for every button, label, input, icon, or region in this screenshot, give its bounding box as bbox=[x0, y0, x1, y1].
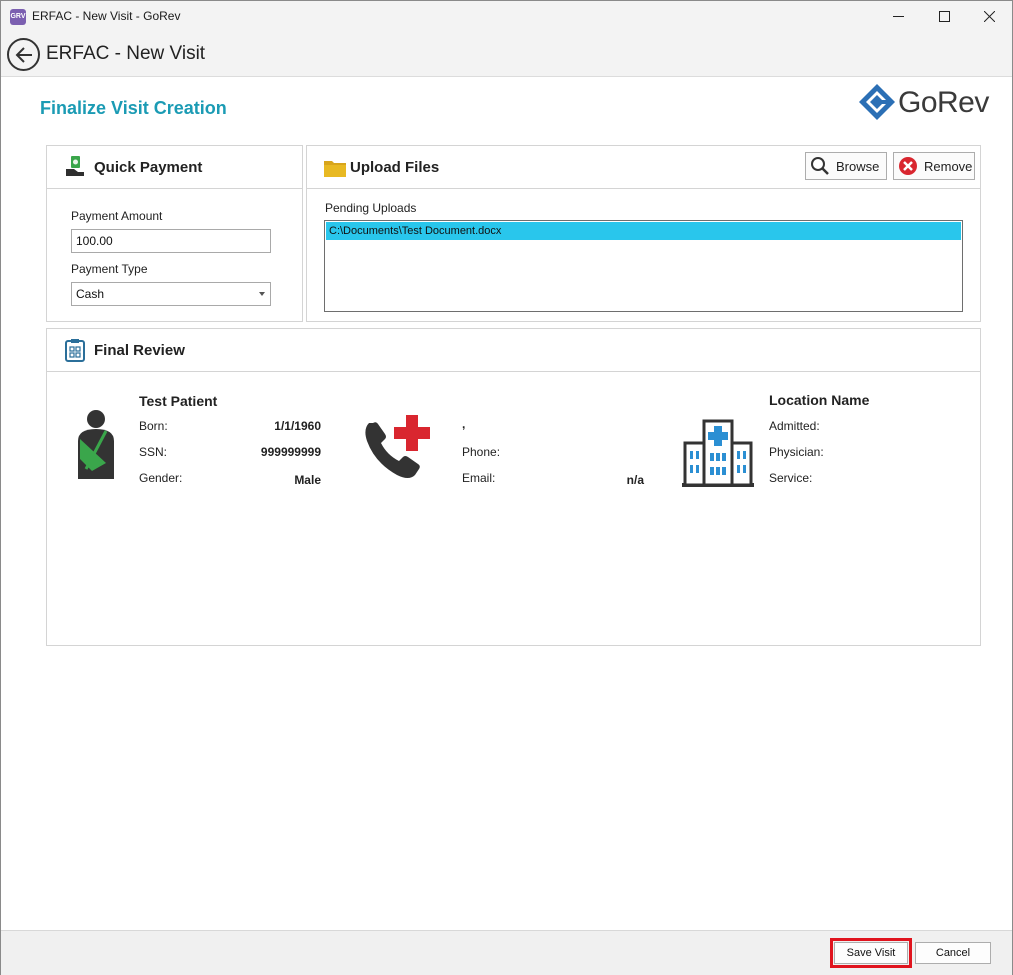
folder-icon bbox=[324, 161, 346, 177]
born-value: 1/1/1960 bbox=[274, 419, 321, 433]
maximize-button[interactable] bbox=[921, 1, 967, 32]
physician-label: Physician: bbox=[769, 445, 824, 459]
cancel-button[interactable]: Cancel bbox=[915, 942, 991, 964]
email-value: n/a bbox=[626, 473, 644, 487]
close-button[interactable] bbox=[966, 1, 1012, 32]
remove-button[interactable]: Remove bbox=[893, 152, 975, 180]
back-button[interactable] bbox=[7, 38, 40, 71]
remove-x-icon bbox=[898, 156, 918, 176]
quick-payment-header: Quick Payment bbox=[47, 146, 302, 189]
final-review-title: Final Review bbox=[94, 342, 185, 359]
maximize-icon bbox=[938, 11, 950, 22]
phone-label: Phone: bbox=[462, 445, 501, 459]
gorev-logo-mark-icon bbox=[859, 84, 895, 120]
upload-files-header: Upload Files Browse Remove bbox=[307, 146, 980, 189]
payment-amount-input[interactable]: 100.00 bbox=[71, 229, 271, 253]
location-name: Location Name bbox=[769, 392, 870, 408]
chevron-down-icon bbox=[259, 292, 265, 296]
header-bar: ERFAC - New Visit bbox=[1, 32, 1012, 77]
remove-label: Remove bbox=[924, 158, 973, 174]
pending-uploads-list[interactable]: C:\Documents\Test Document.docx bbox=[324, 220, 963, 312]
payment-type-select[interactable]: Cash bbox=[71, 282, 271, 306]
hospital-building-icon bbox=[682, 419, 754, 487]
cash-hand-icon bbox=[66, 156, 84, 176]
window-title: ERFAC - New Visit - GoRev bbox=[32, 9, 181, 23]
magnifier-icon bbox=[810, 156, 830, 176]
upload-files-panel: Upload Files Browse Remove Pending Uploa… bbox=[306, 145, 981, 322]
quick-payment-panel: Quick Payment Payment Amount 100.00 Paym… bbox=[46, 145, 303, 322]
ssn-label: SSN: bbox=[139, 445, 168, 459]
arrow-left-icon bbox=[15, 46, 32, 63]
ssn-value: 999999999 bbox=[260, 445, 321, 459]
minimize-icon bbox=[892, 16, 904, 17]
logo-text: GoRev bbox=[898, 86, 989, 119]
app-window: GRV ERFAC - New Visit - GoRev ERFAC - Ne… bbox=[0, 0, 1013, 975]
admitted-label: Admitted: bbox=[769, 419, 820, 433]
born-label: Born: bbox=[139, 419, 168, 433]
service-label: Service: bbox=[769, 471, 813, 485]
pending-uploads-label: Pending Uploads bbox=[325, 201, 417, 215]
list-item[interactable]: C:\Documents\Test Document.docx bbox=[326, 222, 961, 240]
gorev-logo: GoRev bbox=[858, 81, 998, 123]
email-label: Email: bbox=[462, 471, 496, 485]
app-logo-icon: GRV bbox=[10, 9, 26, 25]
patient-name: Test Patient bbox=[139, 393, 218, 409]
gender-label: Gender: bbox=[139, 471, 183, 485]
payment-type-label: Payment Type bbox=[71, 262, 148, 276]
payment-type-value: Cash bbox=[76, 287, 105, 301]
gender-value: Male bbox=[294, 473, 321, 487]
title-bar: GRV ERFAC - New Visit - GoRev bbox=[1, 1, 1012, 32]
quick-payment-title: Quick Payment bbox=[94, 159, 203, 176]
browse-button[interactable]: Browse bbox=[805, 152, 887, 180]
save-visit-button[interactable]: Save Visit bbox=[834, 942, 908, 964]
upload-files-title: Upload Files bbox=[350, 159, 440, 176]
final-review-header: Final Review bbox=[47, 329, 980, 372]
clipboard-checklist-icon bbox=[65, 339, 85, 362]
phone-medical-cross-icon bbox=[365, 415, 430, 478]
section-heading: Finalize Visit Creation bbox=[40, 98, 227, 118]
page-title: ERFAC - New Visit bbox=[46, 43, 206, 64]
payment-amount-label: Payment Amount bbox=[71, 209, 163, 223]
minimize-button[interactable] bbox=[875, 1, 921, 32]
contact-name: , bbox=[462, 417, 466, 431]
browse-label: Browse bbox=[836, 158, 880, 174]
patient-arm-sling-icon bbox=[78, 410, 114, 479]
final-review-panel: Final Review Test Patient Born: 1/1/1960… bbox=[46, 328, 981, 646]
close-icon bbox=[983, 11, 995, 22]
